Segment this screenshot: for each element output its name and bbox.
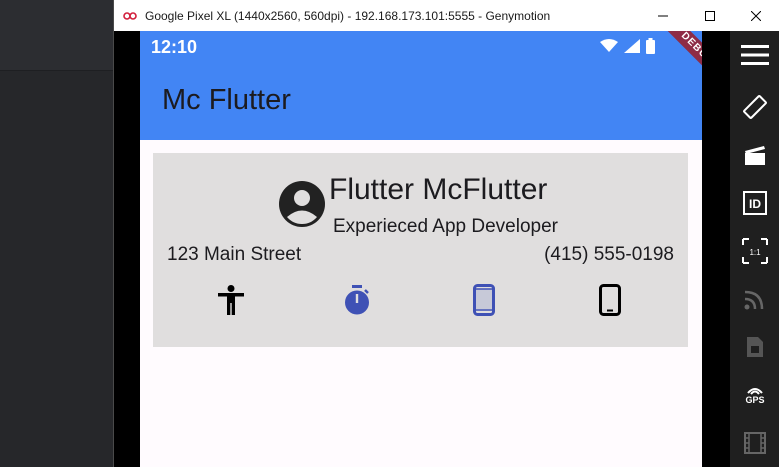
ide-background: [0, 0, 114, 467]
maximize-button[interactable]: [687, 0, 733, 31]
sim-button[interactable]: [730, 327, 779, 367]
media-button[interactable]: [730, 423, 779, 463]
pixel-perfect-button[interactable]: 1:1: [730, 231, 779, 271]
profile-card: Flutter McFlutter Experieced App Develop…: [153, 153, 688, 347]
ide-tab-bar: [0, 0, 114, 71]
device-screen[interactable]: 12:10 Mc Flutter DEBUG Flutter McFlutter…: [140, 31, 702, 467]
menu-button[interactable]: [730, 35, 779, 75]
account-circle-icon: [278, 180, 326, 228]
genymotion-logo-icon: [123, 9, 137, 23]
app-bar: Mc Flutter: [140, 64, 702, 140]
card-role: Experieced App Developer: [333, 216, 558, 237]
minimize-icon: [658, 15, 668, 16]
gps-label: GPS: [745, 395, 765, 405]
gps-button[interactable]: GPS: [730, 375, 779, 415]
wifi-icon: [600, 39, 618, 52]
card-phone: (415) 555-0198: [544, 244, 674, 265]
capture-icon: [745, 146, 765, 165]
accessibility-icon: [215, 284, 247, 316]
device-id-icon: ID: [743, 191, 767, 215]
svg-text:1:1: 1:1: [749, 248, 761, 257]
status-bar: 12:10: [140, 31, 702, 64]
app-title: Mc Flutter: [162, 84, 291, 116]
rotate-icon: [743, 95, 767, 119]
sim-icon: [747, 337, 763, 357]
capture-button[interactable]: [730, 135, 779, 175]
status-icons: [600, 38, 655, 54]
genymotion-toolbar: ID 1:1 GPS: [730, 31, 779, 467]
window-titlebar: Google Pixel XL (1440x2560, 560dpi) - 19…: [114, 0, 779, 31]
minimize-button[interactable]: [640, 0, 686, 31]
close-icon: [751, 10, 761, 21]
timer-icon: [341, 284, 373, 316]
smartphone-icon: [468, 284, 500, 316]
card-address: 123 Main Street: [167, 244, 302, 265]
card-name: Flutter McFlutter: [329, 173, 548, 206]
menu-icon: [741, 45, 769, 65]
pixel-perfect-icon: 1:1: [742, 238, 768, 264]
media-icon: [744, 432, 766, 454]
svg-text:ID: ID: [749, 197, 761, 211]
device-id-button[interactable]: ID: [730, 183, 779, 223]
gps-icon: [747, 388, 763, 395]
maximize-icon: [705, 10, 715, 21]
window-title: Google Pixel XL (1440x2560, 560dpi) - 19…: [145, 8, 551, 23]
phone-android-icon: [594, 284, 626, 316]
battery-icon: [646, 38, 655, 54]
status-time: 12:10: [151, 37, 198, 57]
close-button[interactable]: [733, 0, 779, 31]
genymotion-window: Google Pixel XL (1440x2560, 560dpi) - 19…: [113, 0, 779, 467]
network-button[interactable]: [730, 279, 779, 319]
network-icon: [744, 290, 764, 310]
signal-icon: [624, 39, 640, 53]
rotate-button[interactable]: [730, 87, 779, 127]
